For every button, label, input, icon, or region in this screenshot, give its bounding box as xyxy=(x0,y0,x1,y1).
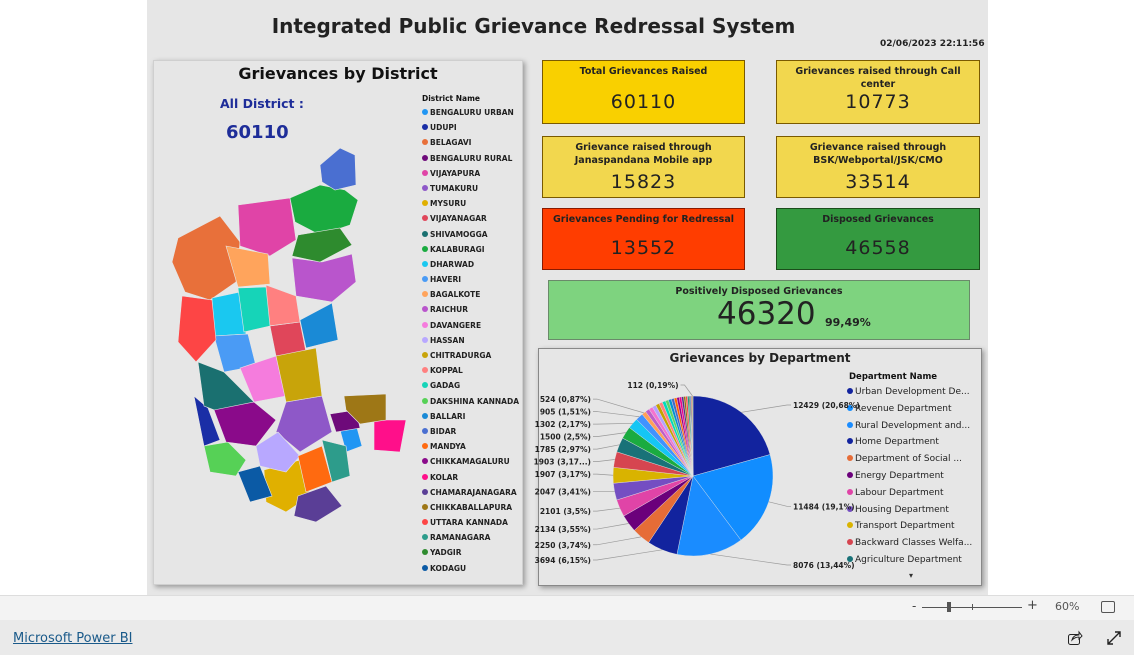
fullscreen-expand-icon[interactable] xyxy=(1106,630,1122,646)
footer: Microsoft Power BI xyxy=(0,620,1134,655)
pie-leader-line xyxy=(593,549,663,561)
zoom-slider-handle[interactable] xyxy=(947,602,951,612)
zoom-out-button[interactable]: - xyxy=(912,599,916,613)
pie-leader-line xyxy=(593,422,633,425)
pie-data-label: 2250 (3,74%) xyxy=(535,541,591,550)
pie-data-label: 112 (0,19%) xyxy=(627,381,678,390)
pie-leader-line xyxy=(593,473,614,476)
pie-leader-line xyxy=(710,553,791,566)
zoom-slider-tick xyxy=(972,604,973,610)
pie-data-label: 2047 (3,41%) xyxy=(535,488,591,497)
pie-data-label: 2101 (3,5%) xyxy=(540,507,591,516)
pie-leader-line xyxy=(593,411,640,418)
pie-data-label: 2134 (3,55%) xyxy=(535,525,591,534)
pie-data-label: 11484 (19,1%) xyxy=(793,502,855,511)
pie-data-label: 1500 (2,5%) xyxy=(540,433,591,442)
power-bi-link[interactable]: Microsoft Power BI xyxy=(13,631,132,646)
pie-leader-line xyxy=(593,398,644,414)
status-bar: - + 60% xyxy=(0,595,1134,621)
pie-data-label: 3694 (6,15%) xyxy=(535,556,591,565)
pie-leader-line xyxy=(680,384,693,397)
pie-data-label: 1785 (2,97%) xyxy=(535,445,591,454)
pie-data-label: 1903 (3,17...) xyxy=(534,458,591,467)
pie-leader-line xyxy=(593,507,620,512)
pie-data-label: 1302 (2,17%) xyxy=(535,420,591,429)
pie-leader-line xyxy=(593,459,615,462)
pie-leader-line xyxy=(593,444,620,450)
pie-data-label: 905 (1,51%) xyxy=(540,408,591,417)
pie-data-label: 1907 (3,17%) xyxy=(535,470,591,479)
pie-leader-line xyxy=(593,536,642,546)
pie-leader-line xyxy=(768,501,791,507)
zoom-level: 60% xyxy=(1055,600,1080,613)
share-icon[interactable] xyxy=(1067,630,1083,646)
pie-leader-line xyxy=(593,432,626,437)
pie-data-label: 524 (0,87%) xyxy=(540,395,591,404)
fit-to-page-icon[interactable] xyxy=(1101,601,1115,613)
pie-leader-line xyxy=(593,523,629,530)
zoom-in-button[interactable]: + xyxy=(1027,598,1038,613)
pie-data-label: 8076 (13,44%) xyxy=(793,561,855,570)
department-pie-chart: 12429 (20,68%) 11484 (19,1%) 8076 (13,44%)… xyxy=(534,381,860,570)
pie-data-label: 12429 (20,68%) xyxy=(793,401,860,410)
pie-leader-line xyxy=(741,404,791,413)
